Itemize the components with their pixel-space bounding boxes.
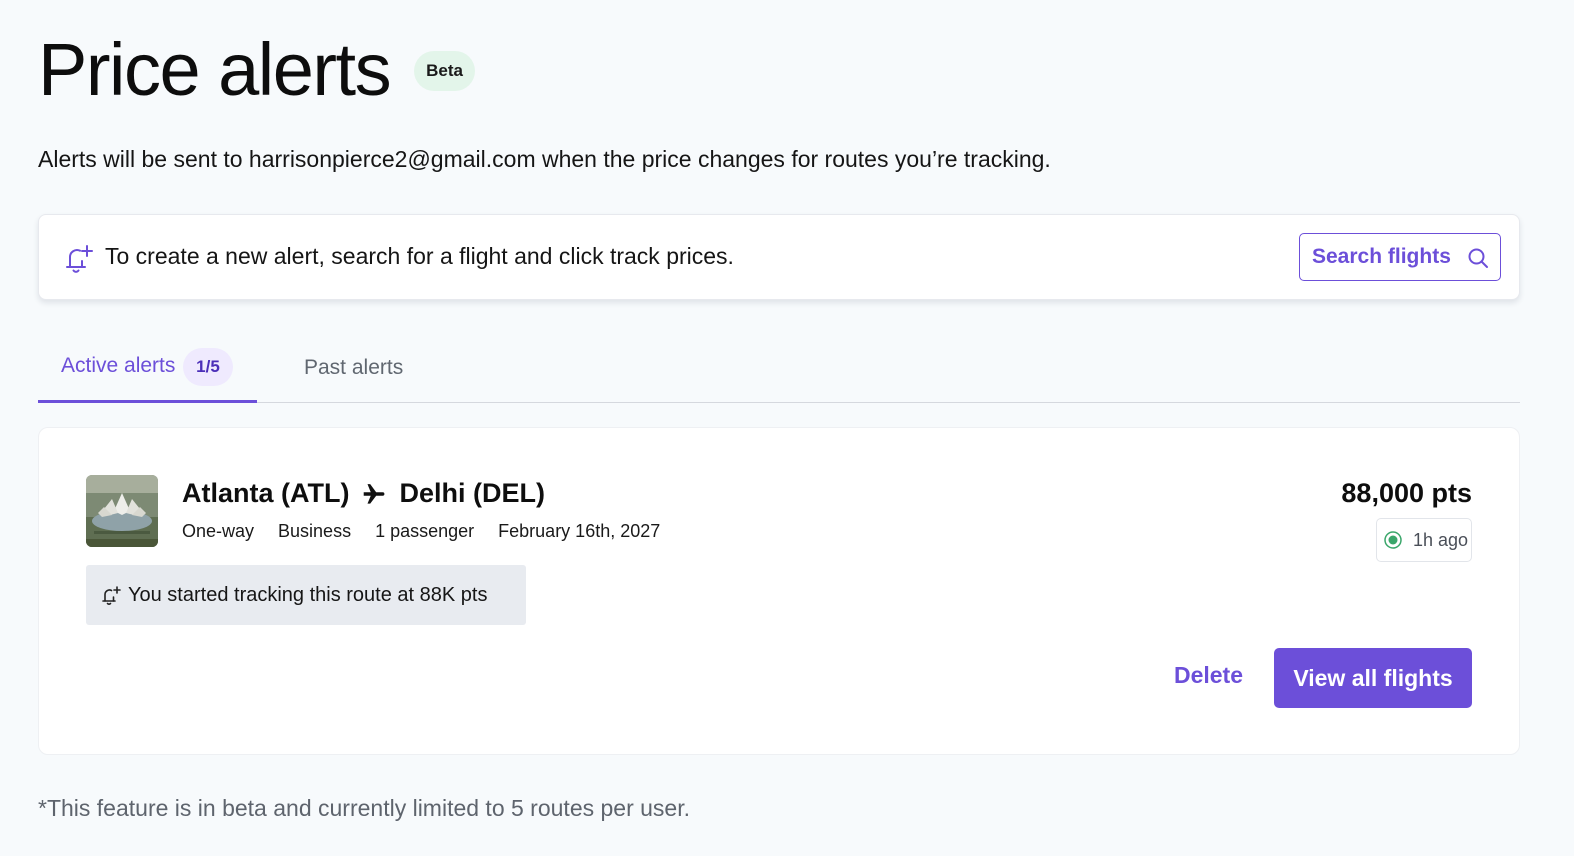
plane-icon: [364, 483, 385, 504]
price-alerts-page: Price alerts Beta Alerts will be sent to…: [0, 0, 1574, 856]
page-title: Price alerts: [38, 28, 392, 111]
live-status-icon: [1384, 531, 1402, 549]
trip-details: One-way Business 1 passenger February 16…: [182, 521, 660, 542]
active-alerts-count: 1/5: [183, 348, 233, 386]
bell-plus-icon: [102, 586, 121, 605]
origin: Atlanta (ATL): [182, 478, 350, 508]
route-title: Atlanta (ATL) Delhi (DEL): [182, 478, 545, 509]
trip-type: One-way: [182, 521, 255, 541]
tracking-note-text: You started tracking this route at 88K p…: [128, 583, 488, 606]
cabin-class: Business: [278, 521, 352, 541]
create-alert-info-bar: To create a new alert, search for a flig…: [38, 214, 1520, 300]
search-flights-label: Search flights: [1312, 245, 1451, 268]
passenger-count: 1 passenger: [375, 521, 475, 541]
updated-time: 1h ago: [1413, 529, 1469, 550]
delete-alert-button[interactable]: Delete: [1174, 662, 1243, 689]
page-subtitle: Alerts will be sent to harrisonpierce2@g…: [38, 146, 1051, 172]
destination-thumbnail: [86, 475, 158, 547]
lotus-temple-image: [86, 475, 158, 547]
search-flights-button[interactable]: Search flights: [1299, 233, 1501, 281]
title-row: Price alerts Beta: [38, 28, 475, 112]
tab-past-alerts[interactable]: Past alerts: [304, 356, 403, 380]
tab-active-alerts-label: Active alerts: [61, 354, 176, 377]
updated-badge: 1h ago: [1376, 518, 1472, 562]
view-all-flights-button[interactable]: View all flights: [1274, 648, 1472, 708]
destination: Delhi (DEL): [399, 478, 545, 508]
tracking-note: You started tracking this route at 88K p…: [86, 565, 526, 625]
travel-date: February 16th, 2027: [498, 521, 661, 541]
beta-footnote: *This feature is in beta and currently l…: [38, 795, 690, 821]
alert-tabs: Active alerts 1/5 Past alerts: [38, 344, 1520, 403]
alert-card: Atlanta (ATL) Delhi (DEL) One-way Busine…: [38, 427, 1520, 755]
search-icon: [1468, 248, 1488, 268]
bell-plus-icon: [66, 245, 93, 273]
price-points: 88,000 pts: [1341, 478, 1472, 508]
info-text: To create a new alert, search for a flig…: [105, 243, 734, 269]
tab-active-alerts[interactable]: Active alerts 1/5: [38, 344, 257, 403]
beta-badge: Beta: [414, 51, 475, 91]
